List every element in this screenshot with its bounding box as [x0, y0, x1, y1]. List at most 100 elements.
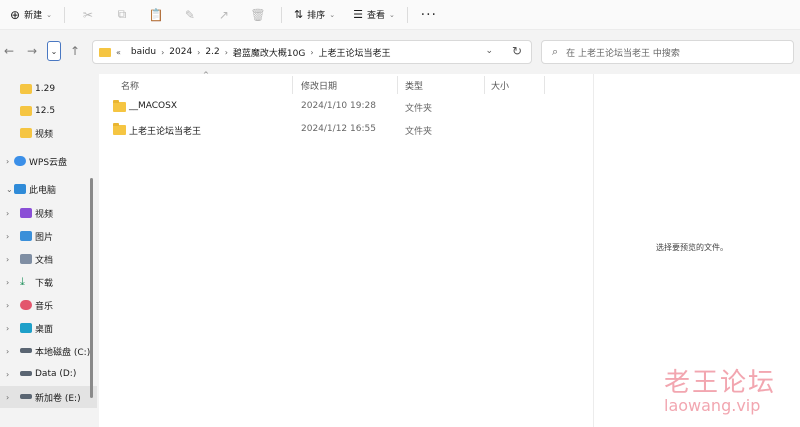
- search-box[interactable]: ⌕ 在 上老王论坛当老王 中搜索: [541, 40, 794, 64]
- chevron-right-icon: ›: [197, 47, 201, 57]
- crumb-current[interactable]: 上老王论坛当老王: [319, 46, 391, 59]
- navigation-pane: 1.29 12.5 视频 › WPS云盘 ⌄ 此电脑 › 视频 › 图片 › 文…: [0, 74, 99, 427]
- chevron-right-icon[interactable]: ›: [6, 232, 9, 241]
- view-button[interactable]: ☰ 查看 ⌄: [347, 3, 401, 27]
- preview-pane: 选择要预览的文件。 老王论坛 laowang.vip: [593, 74, 800, 427]
- computer-icon: [14, 184, 26, 194]
- delete-icon[interactable]: 🗑: [241, 3, 275, 27]
- column-divider[interactable]: [397, 76, 398, 94]
- sidebar-item-drive-d[interactable]: › Data (D:): [0, 363, 97, 385]
- sidebar-item-music[interactable]: › 音乐: [0, 294, 97, 316]
- new-button[interactable]: ⊕ 新建 ⌄: [4, 3, 58, 27]
- sidebar-item-video-folder[interactable]: 视频: [0, 122, 97, 144]
- sidebar-item-12-5[interactable]: 12.5: [0, 100, 97, 122]
- sidebar-item-wps-cloud[interactable]: › WPS云盘: [0, 150, 97, 172]
- paste-icon[interactable]: 📋: [139, 3, 173, 27]
- chevron-right-icon[interactable]: ›: [6, 255, 9, 264]
- sidebar-item-label: 桌面: [35, 324, 54, 335]
- up-arrow-icon[interactable]: ↑: [70, 44, 80, 58]
- chevron-right-icon[interactable]: ›: [6, 347, 9, 356]
- pictures-icon: [20, 231, 32, 241]
- sidebar-item-label: 1.29: [35, 84, 56, 94]
- sort-icon: ⇅: [293, 8, 304, 21]
- navigation-bar: ← → ⌄ ↑ « baidu › 2024 › 2.2 › 碧蓝魔改大概10G…: [0, 30, 800, 74]
- plus-circle-icon: ⊕: [10, 7, 21, 22]
- share-icon[interactable]: ↗: [207, 3, 241, 27]
- back-arrow-icon[interactable]: ←: [4, 44, 14, 58]
- table-row[interactable]: __MACOSX 2024/1/10 19:28 文件夹: [109, 96, 589, 118]
- divider: [63, 6, 65, 23]
- crumb-folder[interactable]: 碧蓝魔改大概10G: [233, 46, 305, 59]
- copy-icon[interactable]: ⧉: [105, 3, 139, 27]
- column-header-name[interactable]: 名称: [121, 76, 139, 94]
- sidebar-item-label: 下载: [35, 278, 54, 289]
- sort-ascending-icon: ^: [203, 71, 209, 79]
- watermark-cn: 老王论坛: [664, 368, 777, 398]
- sidebar-item-label: Data (D:): [35, 369, 77, 379]
- chevron-right-icon[interactable]: ›: [6, 209, 9, 218]
- download-icon: ⤓: [20, 275, 25, 288]
- chevron-down-icon[interactable]: ⌄: [485, 46, 493, 56]
- column-divider[interactable]: [484, 76, 485, 94]
- table-row[interactable]: 上老王论坛当老王 2024/1/12 16:55 文件夹: [109, 119, 589, 141]
- sidebar-item-pictures[interactable]: › 图片: [0, 225, 97, 247]
- refresh-icon[interactable]: ↻: [512, 44, 522, 58]
- file-date: 2024/1/10 19:28: [301, 101, 376, 111]
- search-placeholder: 在 上老王论坛当老王 中搜索: [566, 48, 680, 59]
- file-date: 2024/1/12 16:55: [301, 124, 376, 134]
- divider: [280, 6, 282, 23]
- sidebar-item-downloads[interactable]: › ⤓ 下载: [0, 271, 97, 293]
- sidebar-item-label: WPS云盘: [29, 157, 68, 168]
- chevron-right-icon[interactable]: ›: [6, 301, 9, 310]
- crumb-2024[interactable]: 2024: [169, 47, 192, 57]
- sidebar-item-videos[interactable]: › 视频: [0, 202, 97, 224]
- sidebar-item-label: 12.5: [35, 106, 56, 116]
- desktop-icon: [20, 323, 32, 333]
- search-icon: ⌕: [552, 45, 559, 58]
- cut-icon[interactable]: ✂: [71, 3, 105, 27]
- sidebar-item-label: 视频: [35, 129, 54, 140]
- recent-locations-dropdown[interactable]: ⌄: [47, 41, 61, 61]
- chevron-right-icon: ›: [310, 47, 314, 57]
- sidebar-item-documents[interactable]: › 文档: [0, 248, 97, 270]
- column-divider[interactable]: [544, 76, 545, 94]
- chevron-right-icon[interactable]: ›: [6, 278, 9, 287]
- sidebar-item-this-pc[interactable]: ⌄ 此电脑: [0, 178, 97, 200]
- chevron-down-icon: ⌄: [329, 10, 336, 19]
- address-bar[interactable]: « baidu › 2024 › 2.2 › 碧蓝魔改大概10G › 上老王论坛…: [92, 40, 532, 64]
- column-header-type[interactable]: 类型: [405, 76, 423, 94]
- sidebar-item-desktop[interactable]: › 桌面: [0, 317, 97, 339]
- documents-icon: [20, 254, 32, 264]
- column-header-size[interactable]: 大小: [491, 76, 509, 94]
- sidebar-item-drive-e[interactable]: › 新加卷 (E:): [0, 386, 97, 408]
- crumb-2-2[interactable]: 2.2: [205, 47, 219, 57]
- rename-icon[interactable]: ✎: [173, 3, 207, 27]
- view-icon: ☰: [353, 8, 363, 21]
- divider: [406, 6, 408, 23]
- chevron-right-icon[interactable]: ›: [6, 370, 9, 379]
- chevron-right-icon[interactable]: ›: [6, 157, 9, 166]
- file-type: 文件夹: [405, 127, 433, 137]
- chevron-right-icon: ›: [224, 47, 228, 57]
- file-name: 上老王论坛当老王: [129, 127, 202, 137]
- chevron-right-icon[interactable]: ›: [6, 393, 9, 402]
- view-label: 查看: [366, 11, 385, 21]
- chevron-right-icon: ›: [161, 47, 165, 57]
- forward-arrow-icon[interactable]: →: [27, 44, 37, 58]
- more-options-button[interactable]: ···: [414, 7, 444, 23]
- sidebar-item-drive-c[interactable]: › 本地磁盘 (C:): [0, 340, 97, 362]
- sidebar-scrollbar[interactable]: [90, 178, 93, 398]
- sidebar-item-1-29[interactable]: 1.29: [0, 78, 97, 100]
- column-divider[interactable]: [292, 76, 293, 94]
- column-header-date[interactable]: 修改日期: [301, 76, 337, 94]
- drive-icon: [20, 348, 32, 353]
- sidebar-item-label: 此电脑: [29, 185, 57, 196]
- chevron-right-icon[interactable]: ›: [6, 324, 9, 333]
- chevron-down-icon[interactable]: ⌄: [6, 185, 13, 194]
- folder-icon: [99, 47, 111, 57]
- sort-button[interactable]: ⇅ 排序 ⌄: [288, 3, 341, 27]
- crumb-baidu[interactable]: baidu: [131, 47, 156, 57]
- file-type: 文件夹: [405, 104, 433, 114]
- overflow-crumb[interactable]: «: [116, 48, 121, 57]
- sidebar-item-label: 视频: [35, 209, 54, 220]
